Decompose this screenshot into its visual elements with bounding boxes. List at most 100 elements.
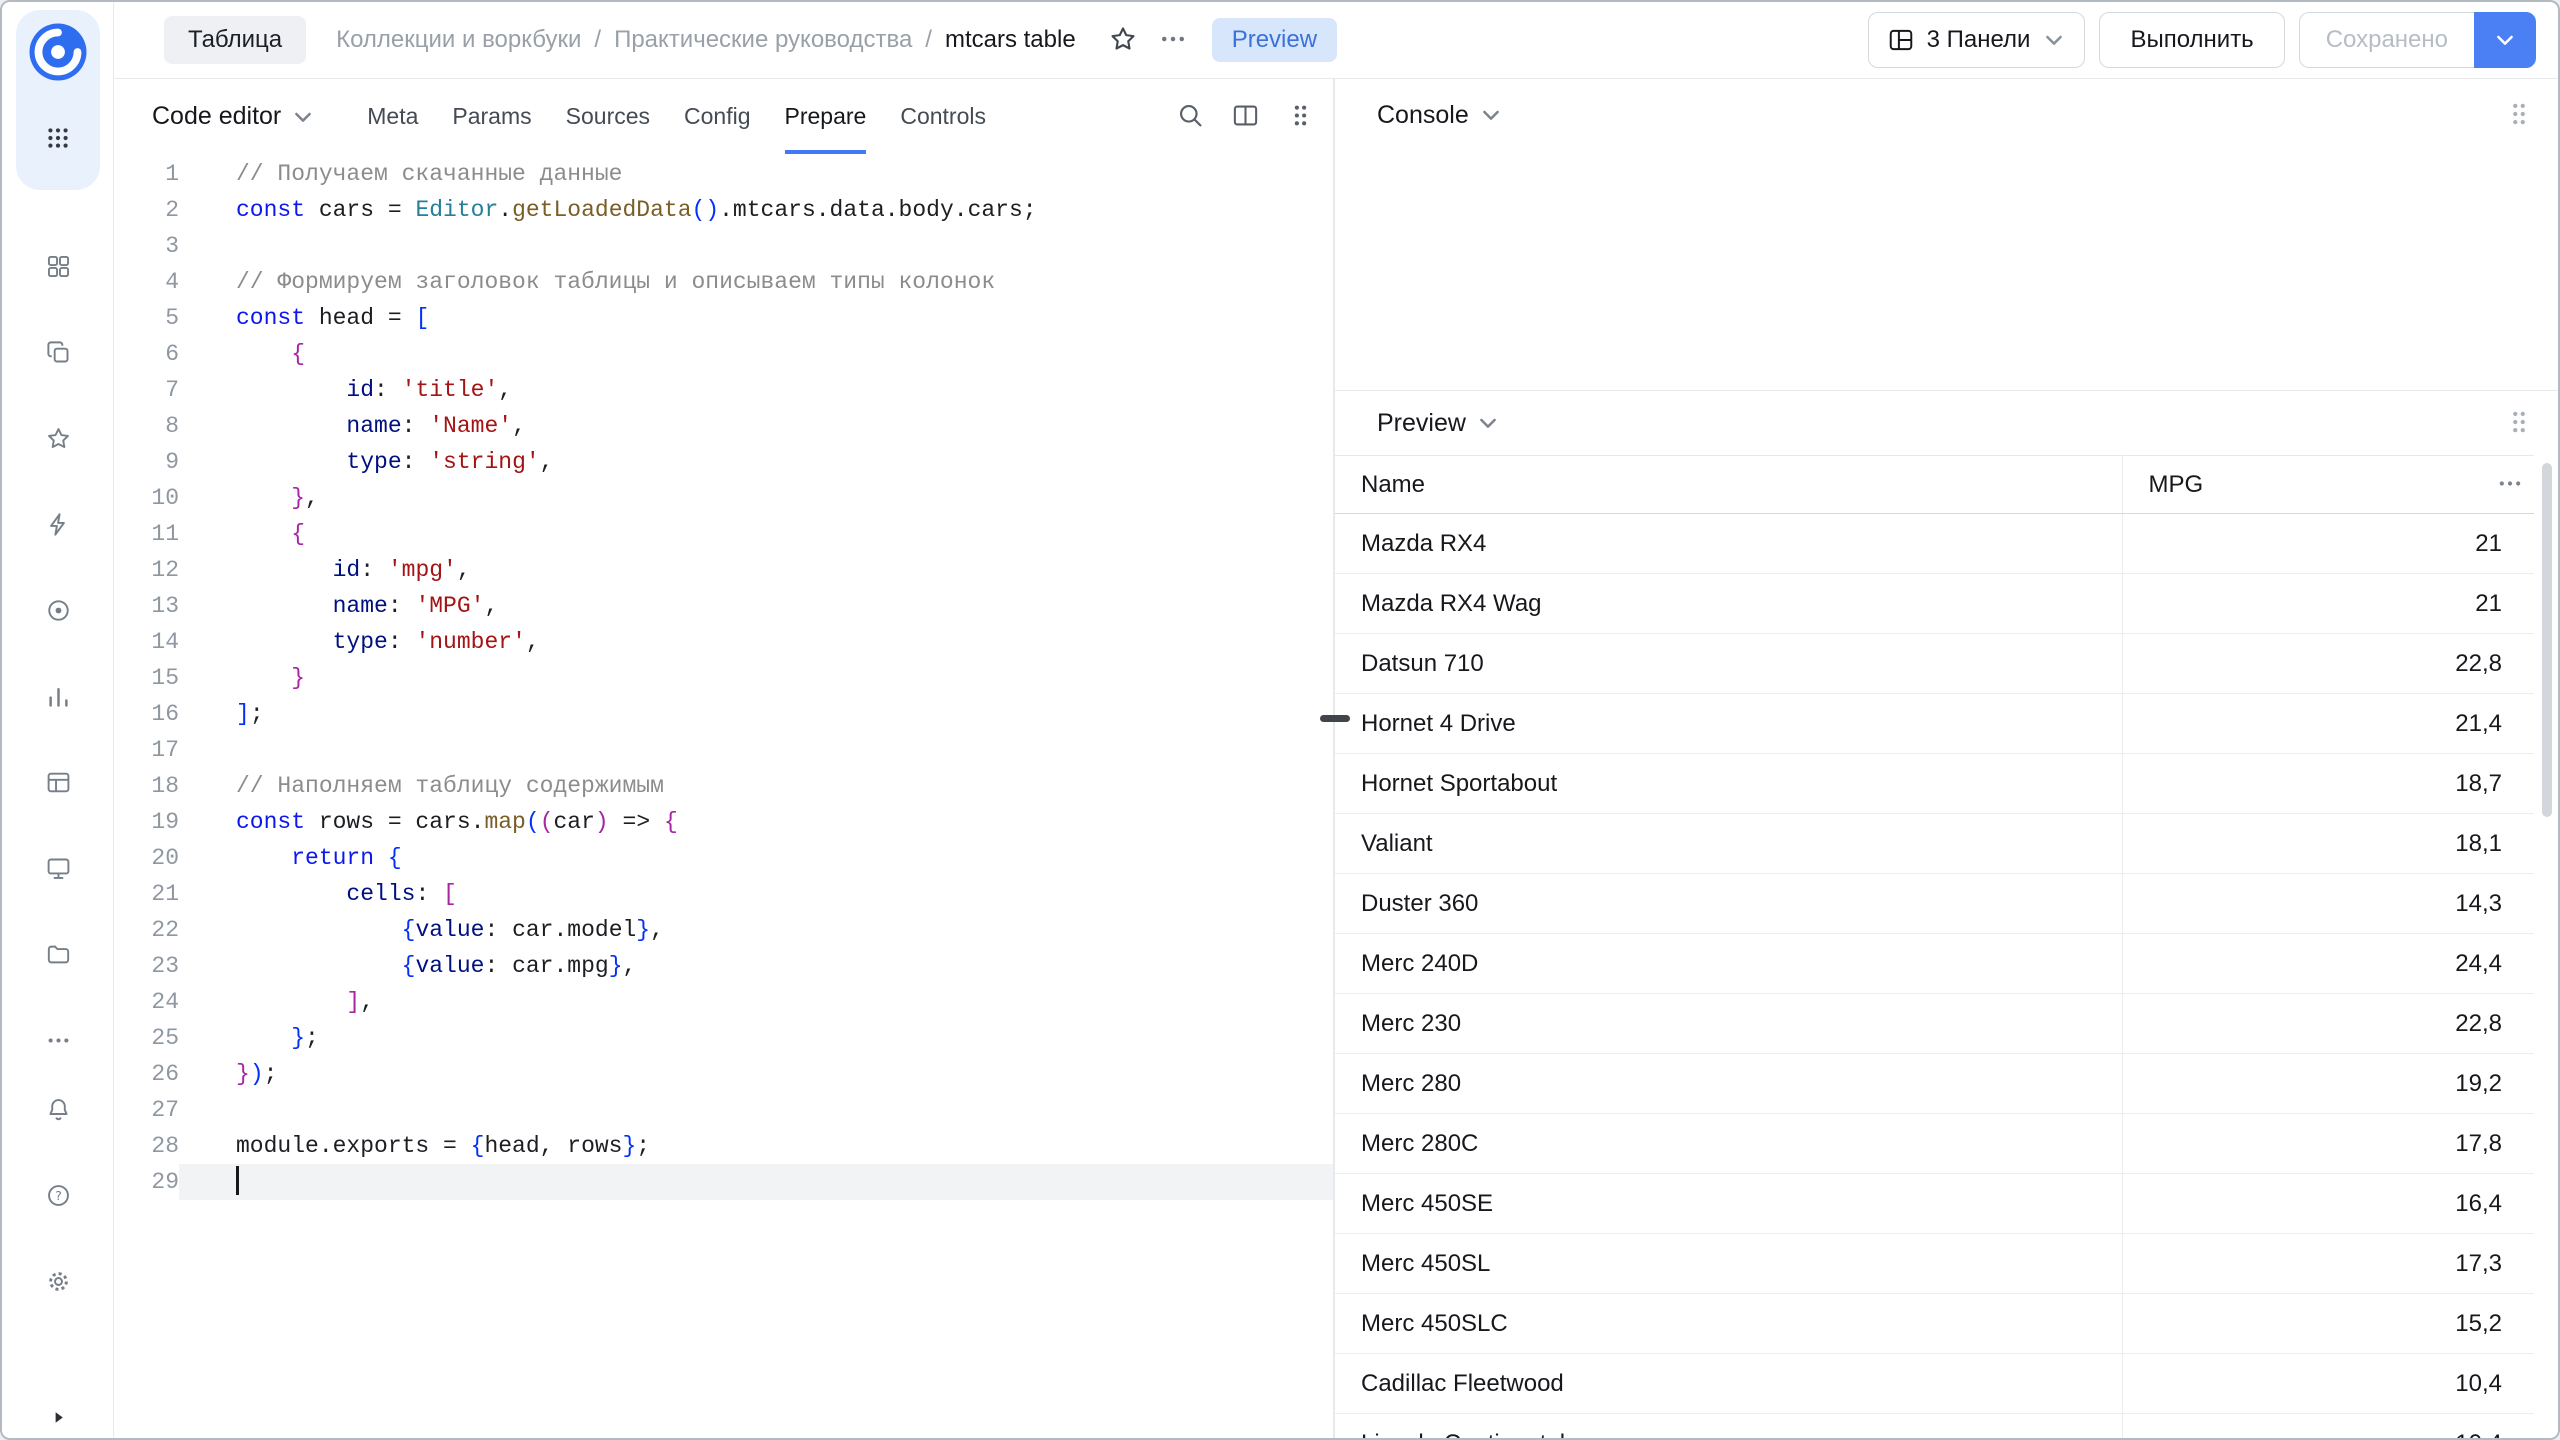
code-line[interactable]: 19const rows = cars.map((car) => {: [114, 804, 1333, 840]
ellipsis-icon: [2496, 469, 2524, 500]
code-line[interactable]: 11 {: [114, 516, 1333, 552]
tab-config[interactable]: Config: [684, 79, 750, 154]
code-line[interactable]: 20 return {: [114, 840, 1333, 876]
split-view-button[interactable]: [1231, 101, 1260, 133]
save-dropdown-button[interactable]: [2474, 12, 2536, 68]
code-line[interactable]: 17: [114, 732, 1333, 768]
sidebar-table-icon[interactable]: [38, 762, 78, 802]
code-line[interactable]: 18// Наполняем таблицу содержимым: [114, 768, 1333, 804]
sidebar-tiles-icon[interactable]: [38, 246, 78, 286]
tab-sources[interactable]: Sources: [566, 79, 650, 154]
tab-controls[interactable]: Controls: [900, 79, 986, 154]
sidebar-help-icon[interactable]: ?: [38, 1175, 78, 1215]
preview-title[interactable]: Preview: [1377, 409, 1500, 438]
code-line[interactable]: 9 type: 'string',: [114, 444, 1333, 480]
code-line[interactable]: 6 {: [114, 336, 1333, 372]
preview-drag-handle[interactable]: [2504, 407, 2534, 440]
table-row: Merc 23022,8: [1335, 994, 2534, 1054]
panel-drag-handle[interactable]: [1286, 101, 1315, 133]
table-row: Hornet 4 Drive21,4: [1335, 694, 2534, 754]
table-row: Hornet Sportabout18,7: [1335, 754, 2534, 814]
code-line[interactable]: 28module.exports = {head, rows};: [114, 1128, 1333, 1164]
column-header-mpg: MPG: [2122, 456, 2534, 514]
topbar-actions: 3 Панели Выполнить Сохранено: [1868, 12, 2536, 68]
code-line[interactable]: 27: [114, 1092, 1333, 1128]
sidebar-expand-button[interactable]: [38, 1400, 78, 1438]
table-row: Merc 240D24,4: [1335, 934, 2534, 994]
breadcrumb-item[interactable]: Практические руководства: [614, 26, 912, 54]
table-row: Cadillac Fleetwood10,4: [1335, 1354, 2534, 1414]
sidebar-star-icon[interactable]: [38, 418, 78, 458]
code-line[interactable]: 24 ],: [114, 984, 1333, 1020]
ellipsis-icon: [1158, 24, 1188, 57]
sidebar-settings-icon[interactable]: [38, 1261, 78, 1301]
saved-button[interactable]: Сохранено: [2299, 12, 2474, 68]
code-line[interactable]: 7 id: 'title',: [114, 372, 1333, 408]
sidebar-monitor-icon[interactable]: [38, 848, 78, 888]
code-line[interactable]: 1// Получаем скачанные данные: [114, 156, 1333, 192]
code-line[interactable]: 14 type: 'number',: [114, 624, 1333, 660]
code-line[interactable]: 12 id: 'mpg',: [114, 552, 1333, 588]
preview-panel: Preview Name MPG: [1335, 391, 2558, 1438]
code-area[interactable]: 1// Получаем скачанные данные2const cars…: [114, 154, 1333, 1438]
datalens-logo[interactable]: [28, 22, 88, 82]
table-row: Valiant18,1: [1335, 814, 2534, 874]
code-line[interactable]: 15 }: [114, 660, 1333, 696]
sidebar-collections-icon[interactable]: [38, 332, 78, 372]
tab-meta[interactable]: Meta: [367, 79, 418, 154]
cell-mpg: 19,2: [2122, 1054, 2534, 1114]
search-icon: [1176, 101, 1205, 133]
search-button[interactable]: [1176, 101, 1205, 133]
more-options-button[interactable]: [1158, 24, 1188, 57]
code-line[interactable]: 16];: [114, 696, 1333, 732]
table-row: Merc 28019,2: [1335, 1054, 2534, 1114]
code-line[interactable]: 3: [114, 228, 1333, 264]
preview-header: Preview: [1335, 391, 2558, 455]
tab-params[interactable]: Params: [452, 79, 531, 154]
code-line[interactable]: 21 cells: [: [114, 876, 1333, 912]
preview-mode-badge[interactable]: Preview: [1212, 18, 1337, 62]
sidebar-lightning-icon[interactable]: [38, 504, 78, 544]
editor-mode-selector[interactable]: Code editor: [152, 102, 315, 131]
panels-count-button[interactable]: 3 Панели: [1868, 12, 2086, 68]
sidebar-top-bubble: [16, 10, 100, 190]
sidebar: ?: [2, 2, 114, 1438]
code-line[interactable]: 26});: [114, 1056, 1333, 1092]
code-line[interactable]: 29: [114, 1164, 1333, 1200]
table-settings-button[interactable]: [2496, 469, 2524, 500]
code-line[interactable]: 23 {value: car.mpg},: [114, 948, 1333, 984]
table-row: Merc 280C17,8: [1335, 1114, 2534, 1174]
favorite-button[interactable]: [1108, 24, 1138, 57]
console-title[interactable]: Console: [1377, 101, 1503, 130]
code-line[interactable]: 2const cars = Editor.getLoadedData().mtc…: [114, 192, 1333, 228]
preview-scrollbar-thumb[interactable]: [2542, 463, 2552, 817]
panel-resize-handle[interactable]: [1320, 715, 1350, 722]
code-line[interactable]: 13 name: 'MPG',: [114, 588, 1333, 624]
preview-table: Name MPG Mazda RX421Mazda RX4 Wag21Datsu…: [1335, 455, 2534, 1438]
code-line[interactable]: 8 name: 'Name',: [114, 408, 1333, 444]
sidebar-chart-icon[interactable]: [38, 676, 78, 716]
chevron-down-icon: [291, 105, 315, 129]
sidebar-more-icon[interactable]: [38, 1020, 78, 1060]
cell-mpg: 17,8: [2122, 1114, 2534, 1174]
code-line[interactable]: 5const head = [: [114, 300, 1333, 336]
run-button[interactable]: Выполнить: [2099, 12, 2284, 68]
sidebar-folder-icon[interactable]: [38, 934, 78, 974]
apps-grid-button[interactable]: [38, 118, 78, 158]
tab-prepare[interactable]: Prepare: [785, 79, 867, 154]
breadcrumb-separator: /: [925, 26, 932, 54]
code-line[interactable]: 22 {value: car.model},: [114, 912, 1333, 948]
editor-tabs: Meta Params Sources Config Prepare Controls: [367, 79, 986, 154]
cell-mpg: 24,4: [2122, 934, 2534, 994]
table-row: Merc 450SL17,3: [1335, 1234, 2534, 1294]
cell-mpg: 18,1: [2122, 814, 2534, 874]
code-line[interactable]: 25 };: [114, 1020, 1333, 1056]
sidebar-circle-icon[interactable]: [38, 590, 78, 630]
breadcrumb-item[interactable]: Коллекции и воркбуки: [336, 26, 581, 54]
console-drag-handle[interactable]: [2504, 99, 2534, 132]
sidebar-bell-icon[interactable]: [38, 1089, 78, 1129]
cell-name: Mazda RX4: [1335, 514, 2122, 574]
code-line[interactable]: 10 },: [114, 480, 1333, 516]
code-line[interactable]: 4// Формируем заголовок таблицы и описыв…: [114, 264, 1333, 300]
cell-name: Merc 230: [1335, 994, 2122, 1054]
